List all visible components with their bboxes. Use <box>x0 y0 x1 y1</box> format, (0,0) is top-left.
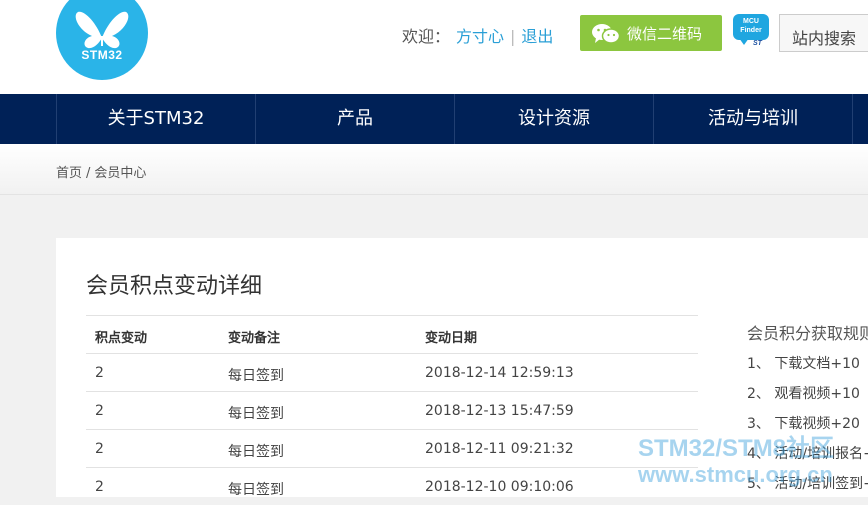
cell-note: 每日签到 <box>228 368 284 384</box>
cell-change: 2 <box>95 403 104 419</box>
nav-item-about-stm32[interactable]: 关于STM32 <box>56 94 255 144</box>
table-row: 2 每日签到 2018-12-11 09:21:32 <box>86 429 698 467</box>
wechat-button-label: 微信二维码 <box>627 25 703 43</box>
cell-change: 2 <box>95 441 104 457</box>
mcu-finder-line1: MCU <box>743 18 759 25</box>
breadcrumb-member-center-link[interactable]: 会员中心 <box>94 166 146 181</box>
mcu-finder-link[interactable]: MCU Finder ST <box>733 14 769 48</box>
site-watermark: STM32/STM8社区 www.stmcu.org.cn <box>638 436 834 488</box>
wechat-qrcode-button[interactable]: 微信二维码 <box>580 15 722 51</box>
rules-title: 会员积分获取规则 <box>747 324 868 343</box>
points-table: 积点变动 变动备注 变动日期 2 每日签到 2018-12-14 12:59:1… <box>86 315 698 505</box>
username-link[interactable]: 方寸心 <box>456 27 504 46</box>
main-nav: 关于STM32 产品 设计资源 活动与培训 <box>0 94 868 144</box>
site-search-button[interactable]: 站内搜索 <box>779 14 868 52</box>
rule-item: 1、 下载文档+10 <box>747 356 860 372</box>
rule-item: 3、 下载视频+20 <box>747 416 860 432</box>
welcome-bar: 欢迎： 方寸心 | 退出 <box>402 23 553 47</box>
breadcrumb: 首页 / 会员中心 <box>56 162 146 181</box>
cell-change: 2 <box>95 365 104 381</box>
cell-date: 2018-12-13 15:47:59 <box>425 403 574 419</box>
logout-link[interactable]: 退出 <box>521 27 553 46</box>
welcome-separator: | <box>510 27 516 46</box>
mcu-finder-tail <box>739 38 749 45</box>
mcu-finder-icon: MCU Finder <box>733 14 769 40</box>
breadcrumb-slash: / <box>86 166 91 181</box>
cell-change: 2 <box>95 479 104 495</box>
page-title: 会员积点变动详细 <box>86 274 263 299</box>
column-header-date: 变动日期 <box>425 331 478 346</box>
rule-item: 2、 观看视频+10 <box>747 386 860 402</box>
table-row: 2 每日签到 2018-12-14 12:59:13 <box>86 353 698 391</box>
table-row: 2 每日签到 2018-12-10 09:10:06 <box>86 467 698 505</box>
watermark-line1: STM32/STM8社区 <box>638 435 835 462</box>
stm32-logo[interactable]: STM32 <box>56 0 148 80</box>
st-brand-mark: ST <box>753 40 762 47</box>
logo-text: STM32 <box>81 48 123 62</box>
cell-date: 2018-12-14 12:59:13 <box>425 365 574 381</box>
watermark-line2: www.stmcu.org.cn <box>638 462 833 487</box>
points-rules: 会员积分获取规则 1、 下载文档+10 2、 观看视频+10 3、 下载视频+2… <box>747 320 868 492</box>
cell-date: 2018-12-10 09:10:06 <box>425 479 574 495</box>
table-header-row: 积点变动 变动备注 变动日期 <box>86 315 698 353</box>
nav-item-products[interactable]: 产品 <box>255 94 454 144</box>
cell-date: 2018-12-11 09:21:32 <box>425 441 574 457</box>
site-header: STM32 欢迎： 方寸心 | 退出 微信二维码 MCU Finder ST 站内搜索 <box>0 0 868 94</box>
breadcrumb-bar: 首页 / 会员中心 <box>0 144 868 195</box>
nav-item-design-resources[interactable]: 设计资源 <box>454 94 653 144</box>
mcu-finder-line2: Finder <box>740 27 762 34</box>
welcome-label: 欢迎： <box>402 27 451 46</box>
nav-item-divider-end <box>852 94 868 144</box>
nav-item-events-training[interactable]: 活动与培训 <box>653 94 852 144</box>
wechat-icon <box>592 24 620 44</box>
column-header-note: 变动备注 <box>228 331 281 346</box>
column-header-change: 积点变动 <box>95 331 148 346</box>
cell-note: 每日签到 <box>228 482 284 498</box>
cell-note: 每日签到 <box>228 444 284 460</box>
breadcrumb-home-link[interactable]: 首页 <box>56 166 82 181</box>
butterfly-icon <box>75 11 129 49</box>
table-row: 2 每日签到 2018-12-13 15:47:59 <box>86 391 698 429</box>
cell-note: 每日签到 <box>228 406 284 422</box>
